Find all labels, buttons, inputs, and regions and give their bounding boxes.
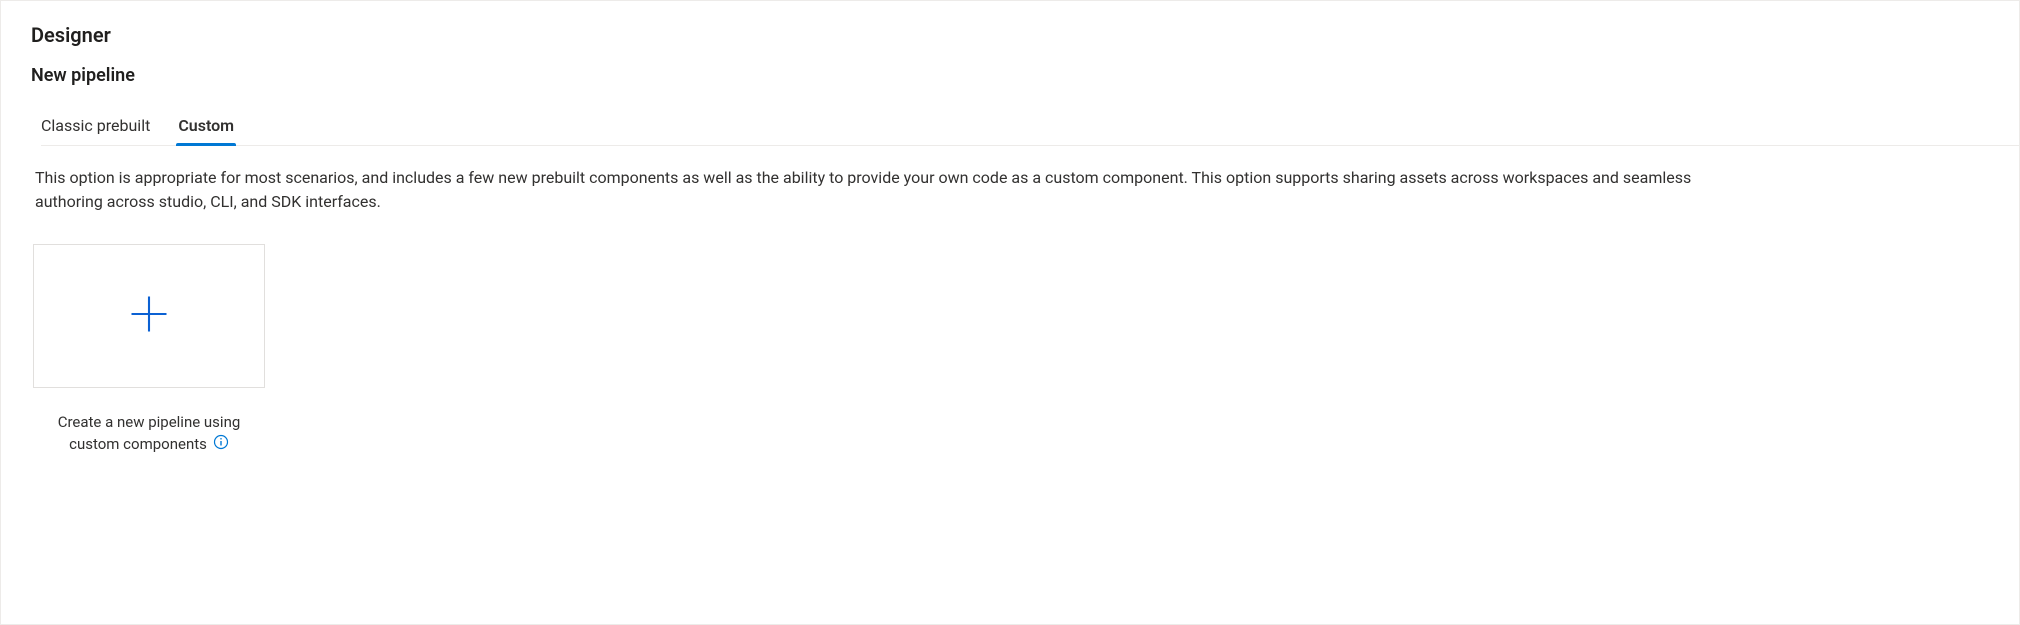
caption-line-2-wrapper: custom components xyxy=(33,434,265,457)
create-pipeline-card[interactable] xyxy=(33,244,265,388)
tab-description: This option is appropriate for most scen… xyxy=(31,166,1711,214)
page-subtitle: New pipeline xyxy=(31,65,1989,86)
page-title: Designer xyxy=(31,23,1989,47)
designer-page: Designer New pipeline Classic prebuilt C… xyxy=(0,0,2020,625)
caption-line-2: custom components xyxy=(69,434,207,456)
tabs: Classic prebuilt Custom xyxy=(41,110,2019,146)
plus-icon xyxy=(128,293,170,339)
tab-custom[interactable]: Custom xyxy=(178,110,234,145)
create-pipeline-caption: Create a new pipeline using custom compo… xyxy=(33,412,265,457)
tab-classic-prebuilt[interactable]: Classic prebuilt xyxy=(41,110,150,145)
info-icon[interactable] xyxy=(213,434,229,457)
caption-line-1: Create a new pipeline using xyxy=(33,412,265,434)
